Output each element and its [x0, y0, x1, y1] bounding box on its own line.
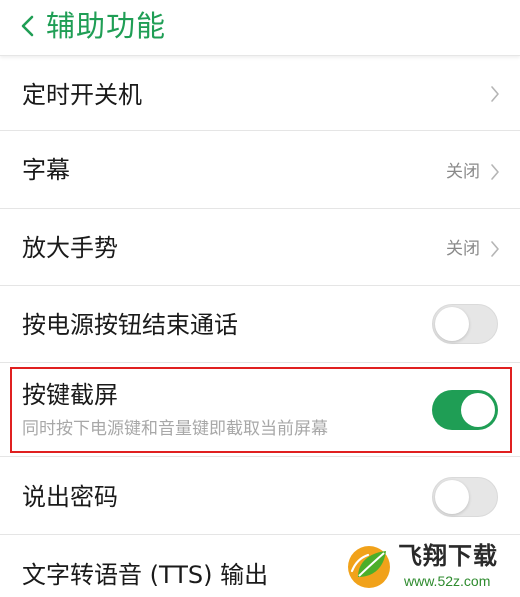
page-title: 辅助功能: [46, 9, 167, 43]
chevron-left-icon[interactable]: [18, 13, 38, 39]
chevron-right-icon: [491, 241, 499, 257]
setting-value: 关闭: [446, 239, 480, 259]
leaf-logo-icon: [348, 546, 390, 588]
toggle-knob: [461, 393, 495, 427]
power-ends-call-toggle[interactable]: [432, 304, 498, 344]
app-header: 辅助功能: [0, 0, 520, 56]
chevron-right-icon: [491, 164, 499, 180]
chevron-right-icon: [491, 86, 499, 102]
setting-label: 文字转语音 (TTS) 输出: [22, 561, 269, 589]
setting-description: 同时按下电源键和音量键即截取当前屏幕: [22, 419, 328, 439]
setting-scheduled-power[interactable]: 定时开关机: [0, 57, 520, 131]
setting-label: 按电源按钮结束通话: [22, 311, 238, 339]
setting-label: 放大手势: [22, 234, 118, 262]
setting-subtitles[interactable]: 字幕 关闭: [0, 131, 520, 209]
watermark-name: 飞翔下载: [398, 542, 498, 570]
setting-label: 定时开关机: [22, 81, 142, 109]
setting-speak-passwords: 说出密码: [0, 457, 520, 535]
setting-label: 字幕: [22, 156, 70, 184]
toggle-knob: [435, 480, 469, 514]
key-screenshot-toggle[interactable]: [432, 390, 498, 430]
setting-magnification[interactable]: 放大手势 关闭: [0, 209, 520, 286]
setting-label: 说出密码: [22, 483, 118, 511]
setting-label: 按键截屏: [22, 381, 118, 409]
watermark-url: www.52z.com: [404, 573, 491, 589]
speak-passwords-toggle[interactable]: [432, 477, 498, 517]
setting-value: 关闭: [446, 162, 480, 182]
setting-power-ends-call: 按电源按钮结束通话: [0, 286, 520, 363]
watermark: 飞翔下载 www.52z.com: [344, 541, 514, 595]
toggle-knob: [435, 307, 469, 341]
setting-key-screenshot: 按键截屏 同时按下电源键和音量键即截取当前屏幕: [0, 363, 520, 457]
